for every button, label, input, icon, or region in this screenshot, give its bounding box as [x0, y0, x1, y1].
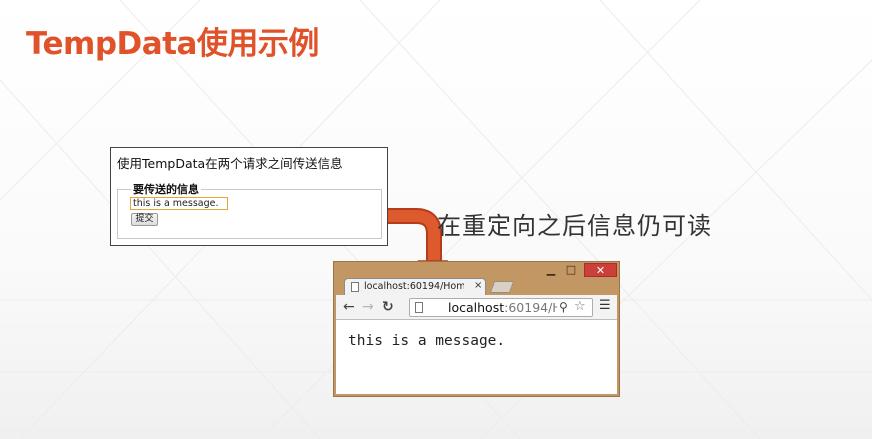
- reload-icon[interactable]: ↻: [382, 298, 394, 316]
- slide-title: TempData使用示例: [26, 26, 319, 62]
- close-window-icon[interactable]: ✕: [584, 263, 617, 277]
- tab-title: localhost:60194/Home/: [364, 281, 464, 292]
- browser-tab[interactable]: localhost:60194/Home/ ×: [344, 278, 486, 296]
- fieldset-legend: 要传送的信息: [131, 181, 201, 197]
- message-input[interactable]: this is a message.: [130, 197, 228, 210]
- forward-arrow-icon[interactable]: →: [362, 298, 374, 316]
- submit-button[interactable]: 提交: [131, 213, 158, 226]
- url-text: localhost:60194/Home: [429, 299, 557, 316]
- browser-toolbar: ← → ↻ localhost:60194/Home ⚲ ☆ ☰: [336, 295, 617, 320]
- url-path: :60194/Home: [504, 300, 557, 315]
- star-icon[interactable]: ☆: [574, 299, 586, 314]
- back-arrow-icon[interactable]: ←: [343, 298, 355, 316]
- zoom-icon[interactable]: ⚲: [559, 300, 568, 314]
- address-bar[interactable]: localhost:60194/Home ⚲ ☆: [409, 298, 593, 317]
- page-message: this is a message.: [348, 333, 506, 349]
- page-icon: [415, 302, 423, 313]
- caption: 在重定向之后信息仍可读: [437, 212, 712, 240]
- close-tab-icon[interactable]: ×: [474, 280, 482, 291]
- menu-icon[interactable]: ☰: [599, 298, 611, 313]
- form-page-snapshot: 使用TempData在两个请求之间传送信息 要传送的信息 this is a m…: [110, 147, 388, 246]
- url-host: localhost: [448, 300, 505, 315]
- browser-window: ▁ □ ✕ localhost:60194/Home/ × ← → ↻ loca…: [333, 261, 620, 397]
- new-tab-button[interactable]: [489, 281, 515, 293]
- page-viewport: this is a message.: [336, 320, 617, 394]
- form-heading: 使用TempData在两个请求之间传送信息: [117, 156, 343, 171]
- page-icon: [351, 282, 359, 292]
- maximize-icon[interactable]: □: [564, 263, 578, 277]
- minimize-icon[interactable]: ▁: [544, 263, 558, 277]
